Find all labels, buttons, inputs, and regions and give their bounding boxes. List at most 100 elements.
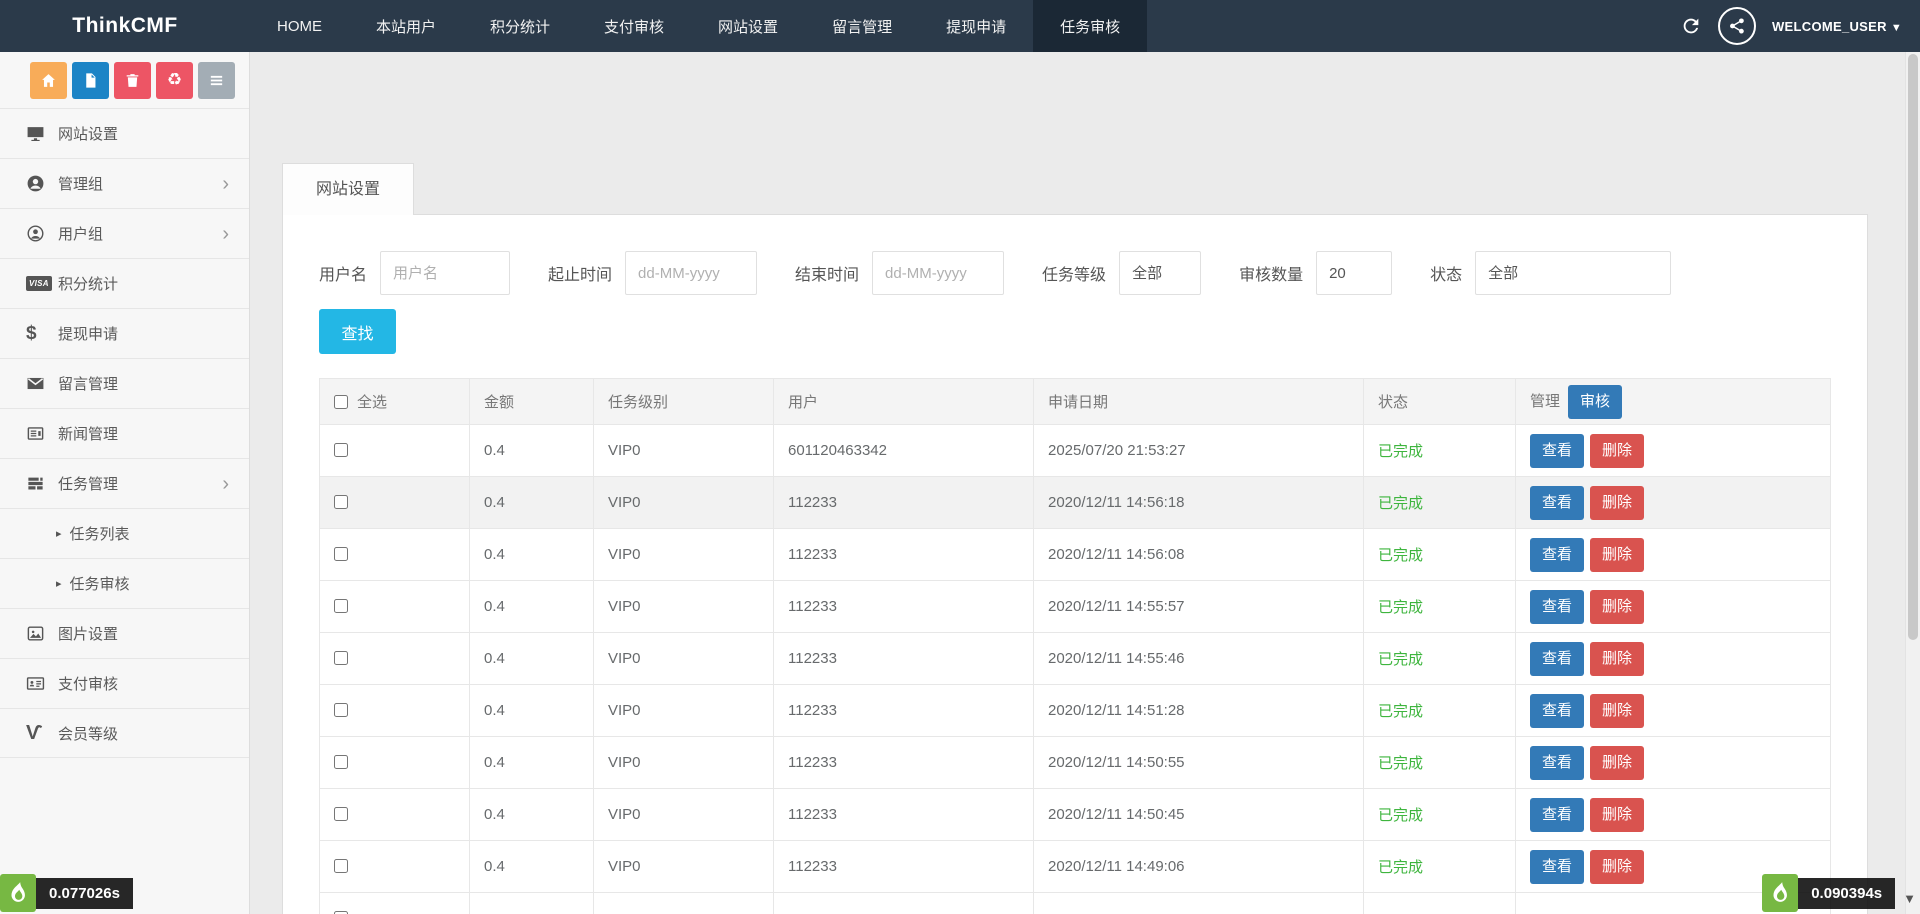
sidebar-item-points-stats[interactable]: VISA 积分统计: [0, 258, 249, 308]
envelope-icon: [26, 374, 58, 393]
task-level-select[interactable]: 全部: [1119, 251, 1201, 295]
table-row: 0.4 VIP0 112233 2020/12/11 14:56:08 已完成 …: [320, 529, 1831, 581]
home-icon[interactable]: [30, 62, 67, 99]
amount-cell: 0.4: [470, 529, 594, 581]
row-checkbox[interactable]: [334, 859, 348, 873]
trash-icon[interactable]: [114, 62, 151, 99]
delete-button[interactable]: 删除: [1590, 798, 1644, 832]
review-button[interactable]: 审核: [1568, 385, 1622, 419]
sidebar-item-site-settings[interactable]: 网站设置: [0, 108, 249, 158]
row-checkbox[interactable]: [334, 703, 348, 717]
row-checkbox[interactable]: [334, 547, 348, 561]
view-button[interactable]: 查看: [1530, 694, 1584, 728]
row-checkbox[interactable]: [334, 755, 348, 769]
user-cell: 112233: [774, 737, 1034, 789]
sidebar-item-withdraw-request[interactable]: $ 提现申请: [0, 308, 249, 358]
chevron-right-icon: ›: [222, 224, 229, 244]
end-time-input[interactable]: [872, 251, 1004, 295]
view-button[interactable]: 查看: [1530, 798, 1584, 832]
trace-badge-left: 0.077026s: [0, 874, 133, 912]
start-time-label: 起止时间: [548, 261, 612, 285]
view-button[interactable]: 查看: [1530, 538, 1584, 572]
view-button[interactable]: 查看: [1530, 486, 1584, 520]
sidebar-item-label: 提现申请: [58, 323, 118, 344]
select-all-checkbox[interactable]: [334, 395, 348, 409]
nav-item-withdraw-request[interactable]: 提现申请: [919, 0, 1033, 52]
sidebar-item-image-settings[interactable]: 图片设置: [0, 608, 249, 658]
row-checkbox[interactable]: [334, 495, 348, 509]
nav-item-site-settings[interactable]: 网站设置: [691, 0, 805, 52]
sidebar-item-label: 积分统计: [58, 273, 118, 294]
scrollbar-thumb[interactable]: [1908, 54, 1918, 640]
share-molecule-icon: [1726, 15, 1748, 37]
status-cell: 已完成: [1364, 633, 1516, 685]
thinkphp-logo-icon[interactable]: [1762, 874, 1798, 912]
sidebar-item-label: 任务列表: [70, 523, 130, 544]
start-time-input[interactable]: [625, 251, 757, 295]
row-checkbox[interactable]: [334, 443, 348, 457]
row-checkbox[interactable]: [334, 651, 348, 665]
navbar-right: WELCOME_USER▼: [1680, 0, 1902, 52]
filter-bar: 用户名 起止时间 结束时间 任务等级 全部 审核数量 状态 全部: [319, 251, 1831, 295]
user-header: 用户: [774, 379, 1034, 425]
sidebar: ♻ 网站设置 管理组 › 用户组 › VISA 积分统计 $ 提现申请 留言管理: [0, 52, 250, 914]
delete-button[interactable]: 删除: [1590, 538, 1644, 572]
manage-header: 管理: [1530, 393, 1560, 410]
nav-item-site-users[interactable]: 本站用户: [349, 0, 463, 52]
sidebar-item-message-mgmt[interactable]: 留言管理: [0, 358, 249, 408]
date-cell: 2020/12/11 14:55:57: [1034, 581, 1364, 633]
sidebar-item-admin-group[interactable]: 管理组 ›: [0, 158, 249, 208]
status-select[interactable]: 全部: [1475, 251, 1671, 295]
amount-header: 金额: [470, 379, 594, 425]
delete-button[interactable]: 删除: [1590, 434, 1644, 468]
sidebar-item-task-review[interactable]: ▸ 任务审核: [0, 558, 249, 608]
nav-item-message-mgmt[interactable]: 留言管理: [805, 0, 919, 52]
view-button[interactable]: 查看: [1530, 746, 1584, 780]
thinkphp-logo-icon[interactable]: [0, 874, 36, 912]
date-cell: 2020/12/11 14:49:06: [1034, 841, 1364, 893]
row-checkbox[interactable]: [334, 599, 348, 613]
delete-button[interactable]: 删除: [1590, 486, 1644, 520]
nav-item-points-stats[interactable]: 积分统计: [463, 0, 577, 52]
delete-button[interactable]: 删除: [1590, 850, 1644, 884]
page-load-time: 0.090394s: [1798, 878, 1895, 909]
end-time-label: 结束时间: [795, 261, 859, 285]
brand-logo[interactable]: ThinkCMF: [0, 0, 250, 52]
search-button[interactable]: 查找: [319, 309, 396, 354]
nav-item-home[interactable]: HOME: [250, 0, 349, 52]
task-level-label: 任务等级: [1042, 261, 1106, 285]
refresh-icon[interactable]: [1680, 15, 1702, 37]
sidebar-item-user-group[interactable]: 用户组 ›: [0, 208, 249, 258]
recycle-icon[interactable]: ♻: [156, 62, 193, 99]
review-count-input[interactable]: [1316, 251, 1392, 295]
chevron-down-icon: ▼: [1891, 22, 1902, 34]
nav-item-task-review[interactable]: 任务审核: [1033, 0, 1147, 52]
delete-button[interactable]: 删除: [1590, 642, 1644, 676]
username-input[interactable]: [380, 251, 510, 295]
avatar[interactable]: [1718, 7, 1756, 45]
file-icon[interactable]: [72, 62, 109, 99]
delete-button[interactable]: 删除: [1590, 694, 1644, 728]
user-menu[interactable]: WELCOME_USER▼: [1772, 19, 1902, 34]
user-cell: 112233: [774, 633, 1034, 685]
row-checkbox[interactable]: [334, 807, 348, 821]
sidebar-item-task-mgmt[interactable]: 任务管理 ›: [0, 458, 249, 508]
list-icon[interactable]: [198, 62, 235, 99]
view-button[interactable]: 查看: [1530, 642, 1584, 676]
sidebar-item-label: 支付审核: [58, 673, 118, 694]
sidebar-menu: 网站设置 管理组 › 用户组 › VISA 积分统计 $ 提现申请 留言管理 新…: [0, 108, 249, 758]
tab-site-settings[interactable]: 网站设置: [282, 163, 414, 215]
view-button[interactable]: 查看: [1530, 850, 1584, 884]
nav-item-payment-review[interactable]: 支付审核: [577, 0, 691, 52]
sidebar-item-member-level[interactable]: Ѵ 会员等级: [0, 708, 249, 758]
delete-button[interactable]: 删除: [1590, 746, 1644, 780]
sidebar-item-payment-review[interactable]: 支付审核: [0, 658, 249, 708]
delete-button[interactable]: 删除: [1590, 590, 1644, 624]
date-header: 申请日期: [1034, 379, 1364, 425]
triangle-right-icon: ▸: [56, 527, 62, 540]
sidebar-item-task-list[interactable]: ▸ 任务列表: [0, 508, 249, 558]
sidebar-item-news-mgmt[interactable]: 新闻管理: [0, 408, 249, 458]
view-button[interactable]: 查看: [1530, 434, 1584, 468]
caret-down-icon[interactable]: ▼: [1903, 891, 1916, 906]
view-button[interactable]: 查看: [1530, 590, 1584, 624]
